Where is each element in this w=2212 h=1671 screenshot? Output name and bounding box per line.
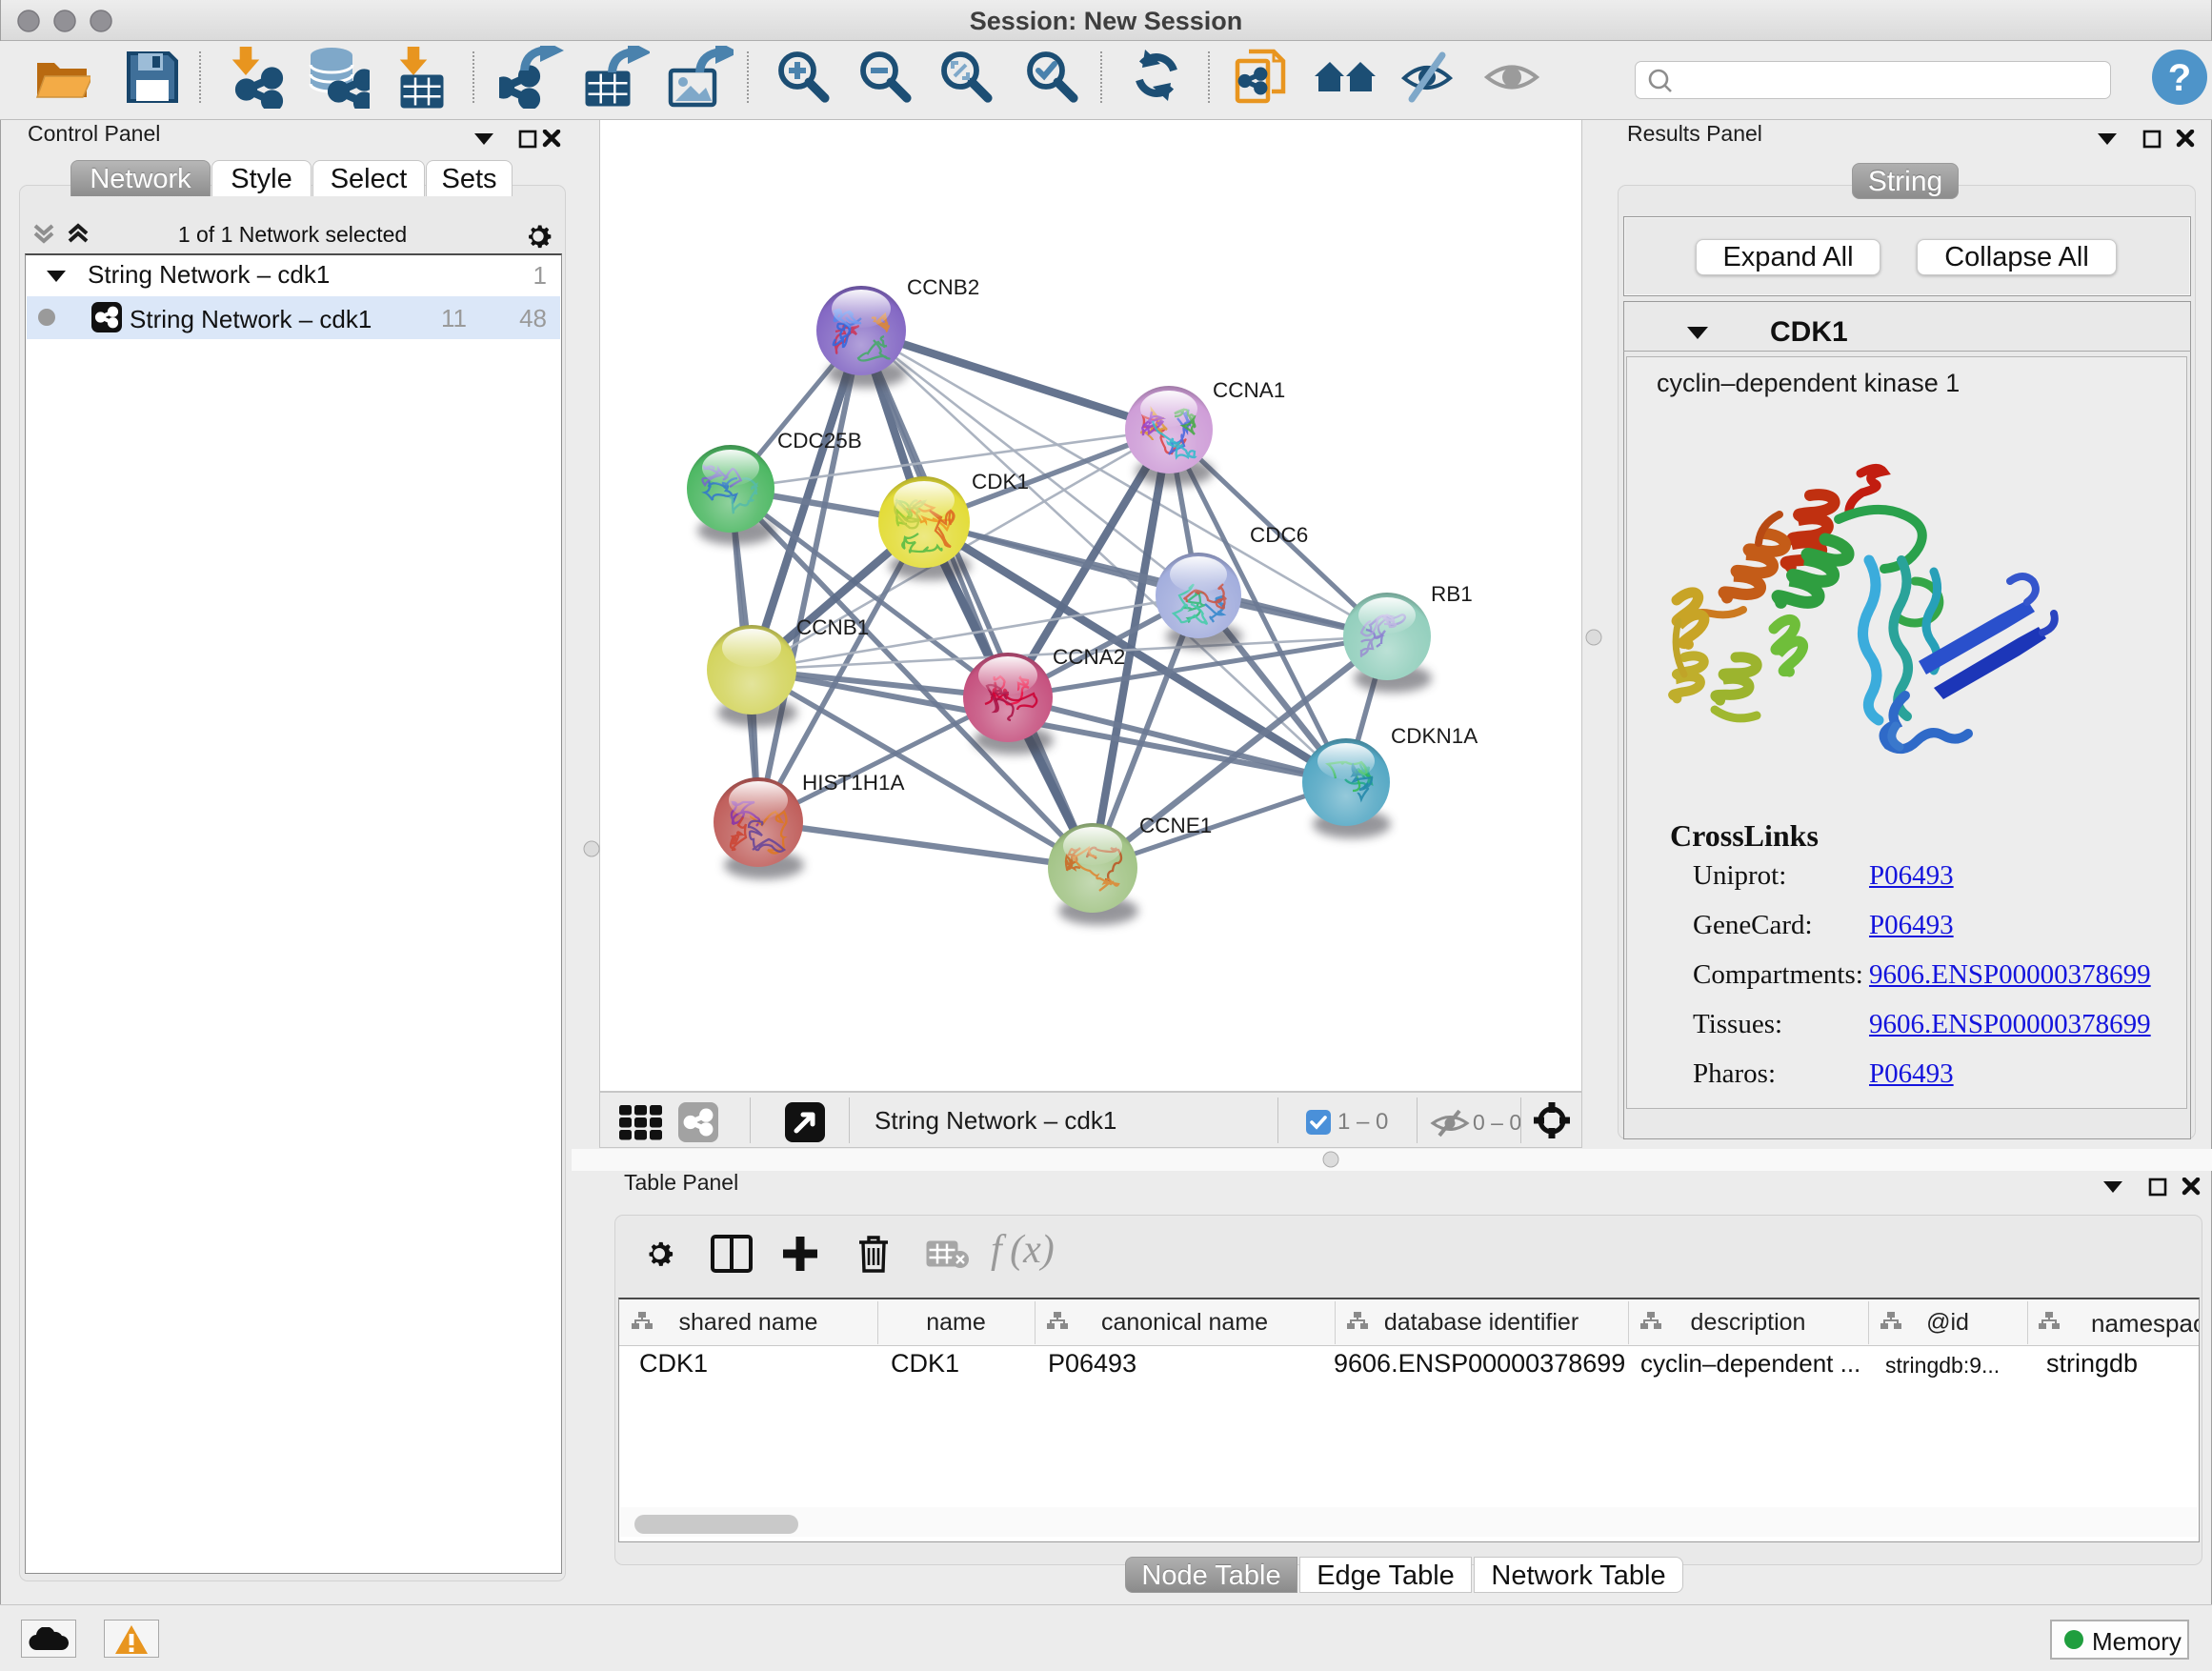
svg-text:?: ? (2168, 57, 2191, 99)
svg-text:CDC6: CDC6 (1250, 523, 1308, 547)
svg-text:CCNA2: CCNA2 (1053, 645, 1125, 669)
svg-text:HIST1H1A: HIST1H1A (802, 771, 905, 795)
svg-text:CDKN1A: CDKN1A (1391, 724, 1478, 748)
svg-text:CDC25B: CDC25B (777, 429, 862, 453)
svg-text:CCNA1: CCNA1 (1213, 378, 1285, 402)
svg-text:CCNB2: CCNB2 (907, 275, 979, 299)
svg-text:RB1: RB1 (1431, 582, 1473, 606)
svg-text:CDK1: CDK1 (972, 470, 1029, 493)
svg-text:CCNE1: CCNE1 (1139, 814, 1212, 837)
svg-text:CCNB1: CCNB1 (796, 615, 869, 639)
